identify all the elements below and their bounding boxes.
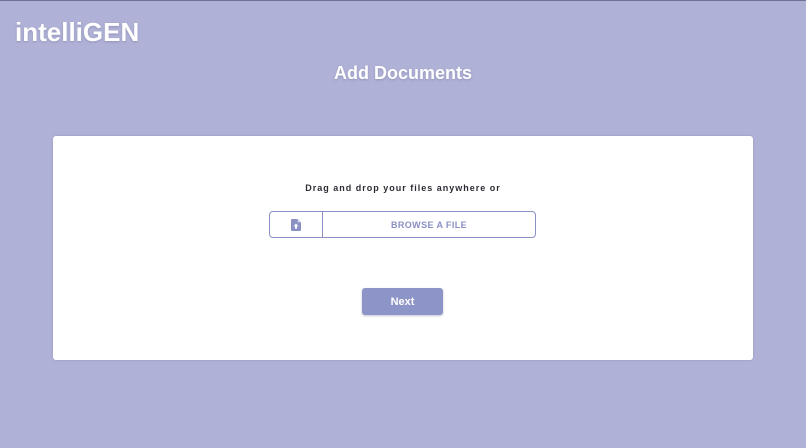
- drop-instruction: Drag and drop your files anywhere or: [305, 183, 501, 193]
- app-logo: intelliGEN: [15, 17, 140, 47]
- upload-card: Drag and drop your files anywhere or BRO…: [53, 136, 753, 360]
- browse-file-button[interactable]: BROWSE A FILE: [269, 211, 536, 238]
- browse-file-label: BROWSE A FILE: [390, 219, 468, 230]
- file-upload-icon: [270, 212, 323, 237]
- page-title: Add Documents: [333, 63, 472, 83]
- next-button[interactable]: Next: [362, 288, 443, 315]
